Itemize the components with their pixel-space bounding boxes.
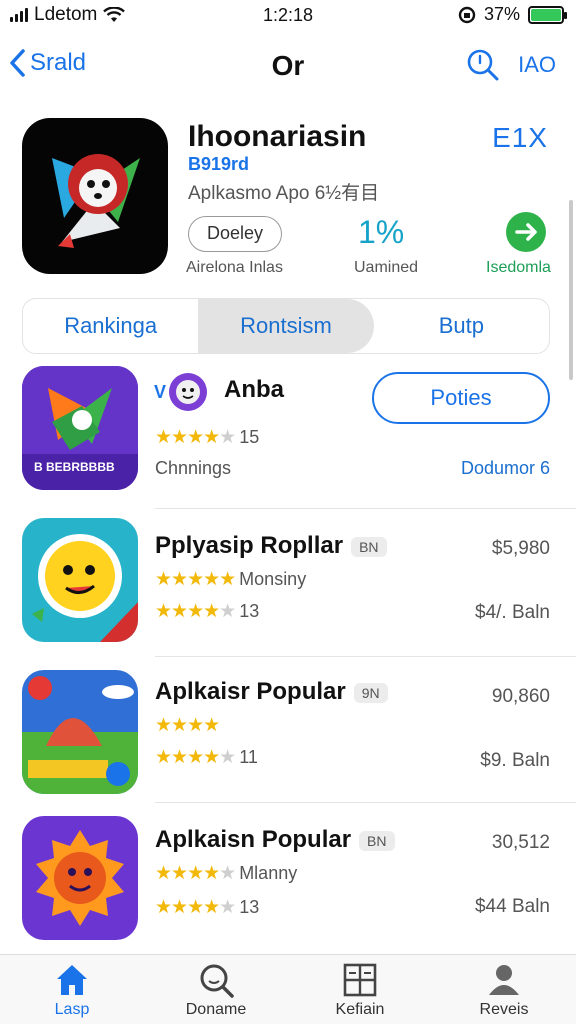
featured-app-subtitle: Aplkasmo Apo 6½有目: [188, 183, 380, 204]
list-item[interactable]: Pplyasip Ropllar BN ★★★★★ Monsiny ★★★★★ 13 …: [0, 518, 576, 658]
featured-ext-label[interactable]: E1X: [492, 122, 548, 154]
search-icon: [200, 964, 234, 998]
app-sub-price: $9. Baln: [480, 750, 550, 771]
featured-action-button[interactable]: Doeley: [188, 216, 282, 252]
battery-percent: 37%: [483, 4, 520, 24]
rating-count: 11: [239, 747, 258, 767]
app-note: Mlanny: [239, 863, 298, 883]
tab-home[interactable]: Lasp: [0, 955, 144, 1024]
app-sub-price: $44 Baln: [474, 896, 550, 917]
rating-count: 15: [239, 427, 260, 447]
tab-label: Reveis: [479, 1001, 529, 1018]
rating-stars: ★★★★: [155, 715, 220, 736]
featured-percent-caption: Uamined: [354, 259, 419, 276]
status-bar: Ldetom 1:2:18 37%: [0, 0, 576, 32]
app-note: Monsiny: [239, 569, 307, 589]
home-icon: [57, 965, 87, 995]
segment-butp[interactable]: Butp: [374, 299, 549, 353]
app-tag: 9N: [353, 682, 388, 703]
get-button[interactable]: Poties: [372, 372, 550, 424]
tab-bar: Lasp Doname Kefiain Reveis: [0, 954, 576, 1024]
segmented-control: Rankinga Rontsism Butp: [22, 298, 550, 354]
app-icon-caption: B BEBRBBBB: [34, 460, 115, 474]
nav-right-button[interactable]: IAO: [518, 52, 556, 78]
app-name-text: Aplkaisr Popular: [155, 678, 346, 705]
mini-logo-mark: V: [154, 381, 167, 402]
app-icon[interactable]: [22, 670, 138, 794]
grid-icon: [343, 963, 377, 997]
featured-app-badge: B919rd: [188, 154, 250, 174]
app-price: 30,512: [491, 832, 550, 853]
rating-count: 13: [239, 601, 260, 621]
avatar-icon: [169, 373, 208, 411]
featured-app-icon[interactable]: [22, 118, 168, 274]
list-item[interactable]: B BEBRBBBB V Anba ★★★★★ 15 Chnnings Potie…: [0, 366, 576, 509]
row-divider: [155, 656, 576, 657]
row-divider: [155, 802, 576, 803]
rating-stars-secondary: ★★★★★ 13: [155, 897, 260, 918]
app-name-text: Aplkaisn Popular: [155, 826, 352, 853]
list-item[interactable]: Aplkaisn Popular BN ★★★★★ Mlanny ★★★★★ 13 3…: [0, 814, 576, 954]
tab-search[interactable]: Doname: [144, 955, 288, 1024]
search-icon[interactable]: [466, 48, 500, 82]
app-name: Pplyasip Ropllar BN: [155, 532, 387, 560]
segment-rontsism[interactable]: Rontsism: [198, 299, 374, 353]
app-price: $5,980: [491, 538, 550, 559]
go-button[interactable]: [506, 212, 546, 252]
app-tag: BN: [359, 830, 395, 851]
row-divider: [155, 508, 576, 509]
rotation-lock-icon: [458, 6, 476, 23]
app-name: Aplkaisr Popular 9N: [155, 678, 388, 706]
details-link[interactable]: Dodumor 6: [461, 458, 550, 479]
app-sub-price: $4/. Baln: [475, 602, 550, 623]
tab-label: Lasp: [54, 1001, 90, 1018]
app-icon[interactable]: [22, 518, 138, 642]
tab-profile[interactable]: Reveis: [432, 955, 576, 1024]
rating-stars-secondary: ★★★★★ 11: [155, 747, 258, 768]
tab-label: Doname: [185, 1001, 247, 1018]
go-caption: Isedomla: [486, 259, 551, 276]
rating-stars-secondary: ★★★★★ 13: [155, 601, 260, 622]
rating-stars: ★★★★★ Mlanny: [155, 863, 298, 884]
app-price: 90,860: [491, 686, 550, 707]
tab-grid[interactable]: Kefiain: [288, 955, 432, 1024]
rating-stars: ★★★★★ Monsiny: [155, 569, 307, 590]
rating-stars: ★★★★★ 15: [155, 427, 260, 448]
list-item[interactable]: Aplkaisr Popular 9N ★★★★ ★★★★★ 11 90,860 $…: [0, 668, 576, 808]
featured-percent: 1%: [358, 214, 405, 250]
featured-app: Ihoonariasin B919rd Aplkasmo Apo 6½有目 E1…: [0, 116, 576, 286]
app-note: Chnnings: [155, 458, 232, 478]
scrollbar[interactable]: [569, 200, 573, 380]
battery-icon: [528, 5, 567, 24]
rating-count: 13: [239, 897, 260, 917]
app-mini-logo: V: [154, 372, 208, 412]
tab-label: Kefiain: [335, 1001, 385, 1018]
app-name: Aplkaisn Popular BN: [155, 826, 395, 854]
app-name: Anba: [224, 376, 284, 403]
featured-app-name: Ihoonariasin: [188, 120, 367, 153]
arrow-right-icon: [515, 223, 537, 241]
featured-button-caption: Airelona Inlas: [186, 259, 283, 276]
app-icon[interactable]: B BEBRBBBB: [22, 366, 138, 490]
app-tag: BN: [351, 536, 387, 557]
segment-rankings[interactable]: Rankinga: [23, 299, 198, 353]
app-name-text: Pplyasip Ropllar: [155, 532, 344, 559]
navigation-bar: Srald Or IAO: [0, 40, 576, 96]
app-icon[interactable]: [22, 816, 138, 940]
person-icon: [489, 965, 519, 995]
